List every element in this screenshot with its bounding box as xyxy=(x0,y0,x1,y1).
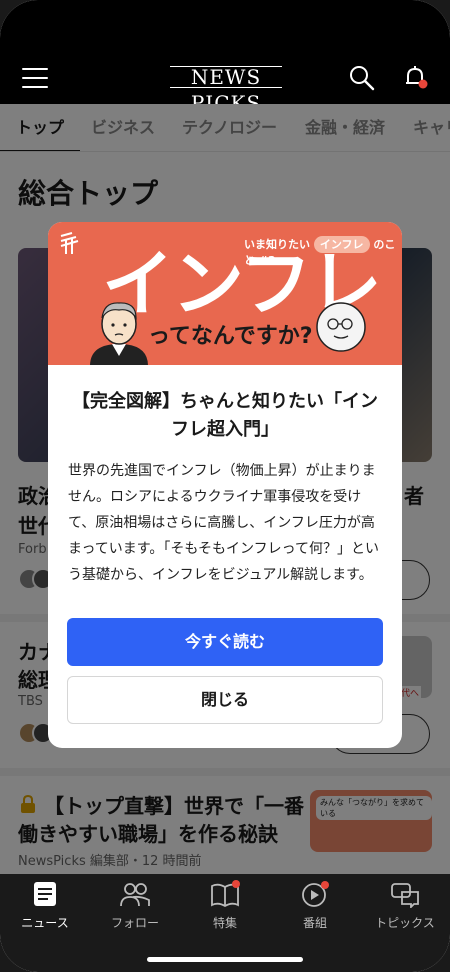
menu-icon[interactable] xyxy=(22,68,48,88)
nav-topics[interactable]: トピックス xyxy=(360,880,450,931)
nav-follow[interactable]: フォロー xyxy=(90,880,180,931)
series-logo-icon xyxy=(60,232,79,254)
news-icon xyxy=(34,882,56,906)
newspicks-logo[interactable]: NEWS PICKS xyxy=(170,64,282,115)
follow-icon xyxy=(120,883,150,907)
read-now-button[interactable]: 今すぐ読む xyxy=(67,618,383,666)
book-icon xyxy=(211,880,240,908)
nav-label: 特集 xyxy=(212,916,237,930)
article-promo-modal: いま知りたい インフレ のこと #2 インフレ ってなんですか? 【完全図解】ち… xyxy=(48,222,402,748)
nav-features[interactable]: 特集 xyxy=(180,880,270,931)
app-header: NEWS PICKS xyxy=(0,50,450,115)
glasses-character-illustration xyxy=(316,302,366,352)
play-icon xyxy=(302,881,329,907)
nav-news[interactable]: ニュース xyxy=(0,880,90,931)
bell-icon[interactable] xyxy=(400,62,430,92)
search-icon[interactable] xyxy=(348,64,376,92)
nav-programs[interactable]: 番組 xyxy=(270,880,360,931)
app-screen: NEWS PICKS トップ ビジネス テクノロジー 金融・経済 キャリ 総合ト… xyxy=(0,0,450,972)
nav-label: トピックス xyxy=(375,916,435,930)
nav-label: ニュース xyxy=(21,916,69,930)
hero-banner: いま知りたい インフレ のこと #2 インフレ ってなんですか? xyxy=(48,222,402,365)
nav-label: 番組 xyxy=(302,916,327,930)
close-button[interactable]: 閉じる xyxy=(67,676,383,724)
modal-description: 世界の先進国でインフレ（物価上昇）が止まりません。ロシアによるウクライナ軍事侵攻… xyxy=(68,463,379,583)
businessman-illustration xyxy=(90,302,148,365)
nav-label: フォロー xyxy=(110,916,159,930)
status-bar xyxy=(0,0,450,50)
hero-subheadline: ってなんですか? xyxy=(148,324,313,349)
chat-icon xyxy=(391,883,419,908)
home-indicator xyxy=(147,957,303,962)
modal-title: 【完全図解】ちゃんと知りたい「インフレ超入門」 xyxy=(72,391,378,440)
